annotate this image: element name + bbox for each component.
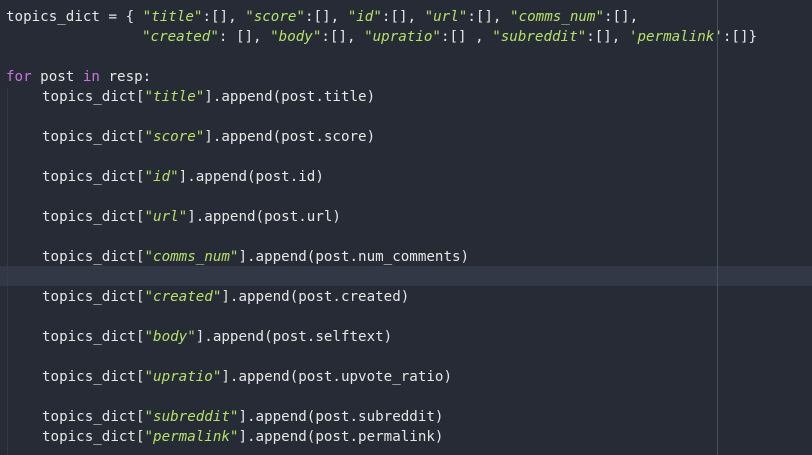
line-content: topics_dict["body"].append(post.selftext… — [42, 329, 392, 345]
code-line-2[interactable]: "created": [], "body":[], "upratio":[] ,… — [6, 27, 757, 47]
code-token: ].append(post.id) — [178, 169, 324, 185]
line-content: "created": [], "body":[], "upratio":[] ,… — [142, 29, 757, 45]
code-token: topics_dict[ — [42, 89, 145, 105]
code-line-15[interactable]: topics_dict["created"].append(post.creat… — [6, 287, 409, 307]
line-content: topics_dict["score"].append(post.score) — [42, 129, 375, 145]
string-token: "created" — [142, 29, 219, 45]
code-token: :[], — [321, 29, 365, 45]
code-token: topics_dict[ — [42, 289, 145, 305]
code-token: :[], — [202, 9, 246, 25]
code-token: :[], — [604, 9, 639, 25]
string-token: "body" — [144, 329, 196, 345]
code-token: resp: — [99, 69, 152, 85]
code-token: : [], — [218, 29, 271, 45]
string-token: "body" — [270, 29, 322, 45]
code-token: ].append(post.permalink) — [238, 429, 444, 445]
code-line-19[interactable]: topics_dict["upratio"].append(post.upvot… — [6, 367, 452, 387]
string-token: "title" — [144, 89, 205, 105]
line-content: topics_dict["permalink"].append(post.per… — [42, 429, 443, 445]
code-line-22[interactable]: topics_dict["permalink"].append(post.per… — [6, 427, 443, 447]
string-token: "subreddit" — [144, 409, 239, 425]
code-token: ].append(post.created) — [221, 289, 410, 305]
line-content: topics_dict["title"].append(post.title) — [42, 89, 375, 105]
string-token: "id" — [144, 169, 179, 185]
code-token: topics_dict = { — [6, 9, 143, 25]
code-token: topics_dict[ — [42, 429, 145, 445]
code-token: topics_dict[ — [42, 169, 145, 185]
string-token: "url" — [144, 209, 188, 225]
code-token: :[], — [586, 29, 629, 45]
code-token: ].append(post.subreddit) — [238, 409, 444, 425]
code-token: post — [31, 69, 83, 85]
string-token: "comms_num" — [510, 9, 604, 25]
string-token: "url" — [424, 9, 468, 25]
string-token: "upratio" — [144, 369, 222, 385]
line-content: topics_dict["upratio"].append(post.upvot… — [42, 369, 452, 385]
column-ruler — [717, 0, 718, 455]
string-token: "subreddit" — [492, 29, 587, 45]
code-token: topics_dict[ — [42, 369, 145, 385]
keyword-token: in — [82, 69, 100, 85]
string-token: "id" — [347, 9, 382, 25]
string-token: "upratio" — [364, 29, 441, 45]
code-token: :[] , — [440, 29, 493, 45]
string-token: "title" — [142, 9, 203, 25]
code-line-17[interactable]: topics_dict["body"].append(post.selftext… — [6, 327, 392, 347]
code-line-5[interactable]: topics_dict["title"].append(post.title) — [6, 87, 375, 107]
code-token: topics_dict[ — [42, 129, 145, 145]
code-line-21[interactable]: topics_dict["subreddit"].append(post.sub… — [6, 407, 443, 427]
line-content: topics_dict["id"].append(post.id) — [42, 169, 324, 185]
code-token: topics_dict[ — [42, 409, 145, 425]
code-token: ].append(post.url) — [187, 209, 341, 225]
code-token: ].append(post.score) — [204, 129, 376, 145]
line-content: topics_dict["created"].append(post.creat… — [42, 289, 409, 305]
string-token: "score" — [144, 129, 205, 145]
code-token: topics_dict[ — [42, 329, 145, 345]
code-token: :[], — [381, 9, 425, 25]
code-area[interactable]: topics_dict = { "title":[], "score":[], … — [6, 0, 757, 445]
code-token: :[]} — [722, 29, 758, 45]
string-token: "comms_num" — [144, 249, 239, 265]
code-token: :[], — [304, 9, 348, 25]
current-line-highlight — [0, 266, 812, 286]
code-token: :[], — [467, 9, 511, 25]
string-token: "permalink" — [144, 429, 239, 445]
string-token: "created" — [144, 289, 222, 305]
code-line-11[interactable]: topics_dict["url"].append(post.url) — [6, 207, 341, 227]
code-line-1[interactable]: topics_dict = { "title":[], "score":[], … — [6, 7, 638, 27]
code-token: ].append(post.title) — [204, 89, 376, 105]
code-token: topics_dict[ — [42, 249, 145, 265]
line-content: topics_dict["comms_num"].append(post.num… — [42, 249, 469, 265]
code-token: ].append(post.num_comments) — [238, 249, 470, 265]
code-token: ].append(post.upvote_ratio) — [221, 369, 452, 385]
line-content: for post in resp: — [6, 69, 151, 85]
code-token: ].append(post.selftext) — [195, 329, 393, 345]
code-line-4[interactable]: for post in resp: — [6, 67, 151, 87]
string-token: 'permalink' — [628, 29, 723, 45]
code-line-13[interactable]: topics_dict["comms_num"].append(post.num… — [6, 247, 469, 267]
line-content: topics_dict["url"].append(post.url) — [42, 209, 341, 225]
code-token: topics_dict[ — [42, 209, 145, 225]
code-line-9[interactable]: topics_dict["id"].append(post.id) — [6, 167, 324, 187]
code-line-7[interactable]: topics_dict["score"].append(post.score) — [6, 127, 375, 147]
line-content: topics_dict["subreddit"].append(post.sub… — [42, 409, 443, 425]
string-token: "score" — [245, 9, 305, 25]
code-editor[interactable]: topics_dict = { "title":[], "score":[], … — [0, 0, 812, 455]
keyword-token: for — [6, 69, 32, 85]
line-content: topics_dict = { "title":[], "score":[], … — [6, 9, 638, 25]
